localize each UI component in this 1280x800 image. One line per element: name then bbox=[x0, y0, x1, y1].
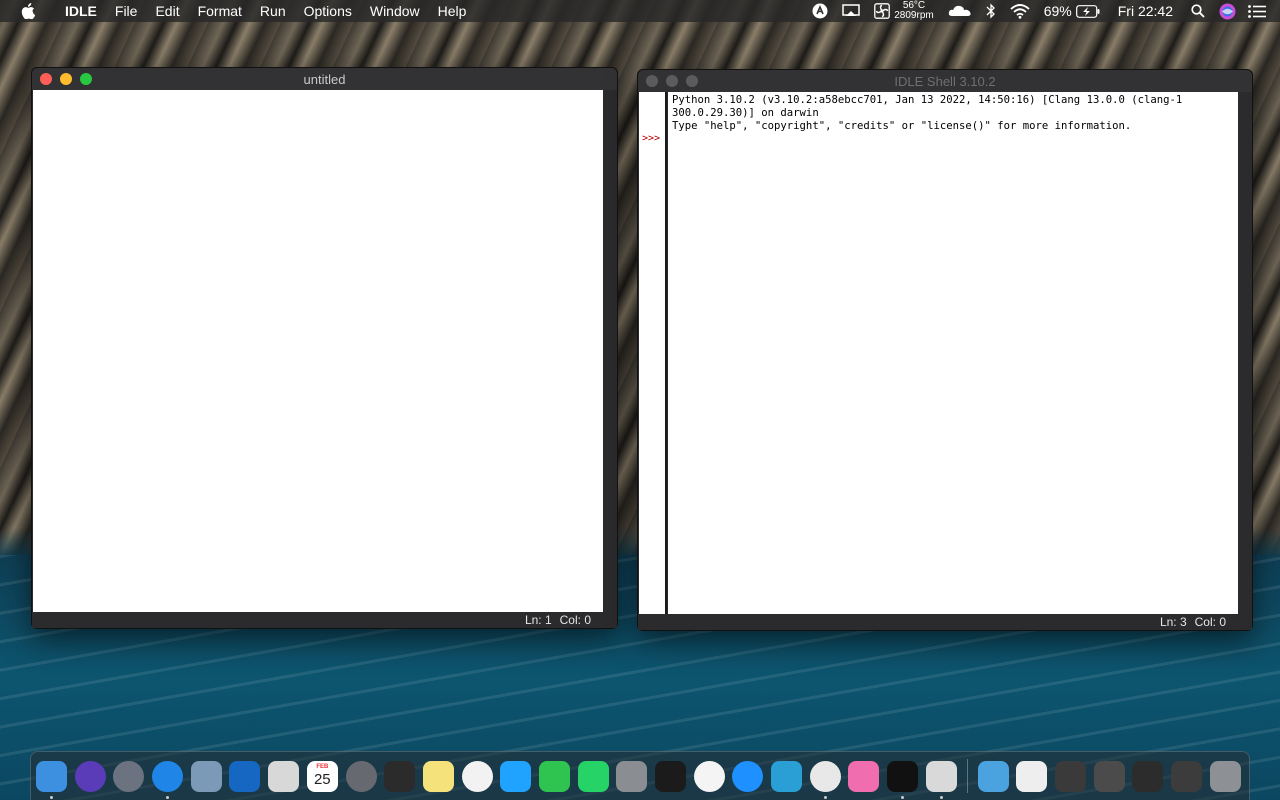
downloads-folder-icon[interactable] bbox=[977, 760, 1009, 792]
editor-column-number: Col: 0 bbox=[559, 613, 591, 627]
siri-icon[interactable] bbox=[74, 760, 106, 792]
calendar-month: FEB bbox=[316, 763, 329, 770]
app-store-icon[interactable] bbox=[732, 760, 764, 792]
shell-prompt-gutter: >>> bbox=[639, 92, 667, 615]
chrome-icon[interactable] bbox=[809, 760, 841, 799]
menu-format[interactable]: Format bbox=[189, 0, 251, 22]
shell-status-bar: Ln: 3 Col: 0 bbox=[638, 614, 1252, 630]
clock-text[interactable]: Fri 22:42 bbox=[1118, 3, 1173, 19]
bluetooth-icon[interactable] bbox=[986, 3, 996, 19]
shell-window: IDLE Shell 3.10.2 >>> Python 3.10.2 (v3.… bbox=[637, 69, 1253, 631]
shell-scrollbar[interactable] bbox=[1238, 92, 1252, 615]
zoom-button[interactable] bbox=[686, 75, 698, 87]
facetime-icon[interactable] bbox=[538, 760, 570, 792]
shell-output-line: Type "help", "copyright", "credits" or "… bbox=[672, 120, 1132, 132]
notes-icon[interactable] bbox=[422, 760, 454, 792]
dock: FEB 25 bbox=[30, 751, 1250, 800]
shell-output-line: 300.0.29.30)] on darwin bbox=[672, 107, 819, 119]
shell-window-title: IDLE Shell 3.10.2 bbox=[894, 73, 996, 89]
music-icon[interactable] bbox=[693, 760, 725, 792]
shell-text-area[interactable]: Python 3.10.2 (v3.10.2:a58ebcc701, Jan 1… bbox=[668, 92, 1238, 615]
minimize-button[interactable] bbox=[60, 73, 72, 85]
menu-app-name[interactable]: IDLE bbox=[56, 0, 106, 22]
screenshot-icon[interactable] bbox=[268, 760, 300, 792]
minimize-button[interactable] bbox=[666, 75, 678, 87]
cloud-status-icon[interactable] bbox=[948, 5, 972, 17]
running-indicator bbox=[50, 795, 53, 799]
editor-window: untitled Ln: 1 Col: 0 bbox=[31, 67, 618, 629]
preview-icon[interactable] bbox=[190, 760, 222, 792]
calendar-day: 25 bbox=[313, 770, 331, 788]
messages-icon[interactable] bbox=[500, 760, 532, 792]
spiral-app-icon[interactable] bbox=[887, 760, 919, 799]
wifi-icon[interactable] bbox=[1010, 3, 1030, 19]
notification-center-icon[interactable] bbox=[1248, 4, 1266, 18]
whatsapp-icon[interactable] bbox=[577, 760, 609, 792]
display-status-icon[interactable] bbox=[842, 4, 860, 18]
running-indicator bbox=[901, 795, 905, 799]
close-button[interactable] bbox=[40, 73, 52, 85]
activity-monitor-icon[interactable] bbox=[655, 760, 686, 792]
outlook-icon[interactable] bbox=[229, 760, 261, 792]
menu-options[interactable]: Options bbox=[295, 0, 361, 22]
disk-utility-icon[interactable] bbox=[345, 760, 377, 792]
app-8-icon[interactable] bbox=[771, 760, 803, 792]
menu-file[interactable]: File bbox=[106, 0, 147, 22]
trash-icon[interactable] bbox=[1209, 760, 1241, 792]
running-indicator bbox=[939, 795, 943, 799]
shell-titlebar[interactable]: IDLE Shell 3.10.2 bbox=[638, 70, 1252, 92]
editor-scrollbar[interactable] bbox=[603, 90, 617, 612]
photos-icon[interactable] bbox=[461, 760, 493, 792]
fan-status-icon[interactable]: 56°C 2809rpm bbox=[874, 1, 934, 21]
battery-percent[interactable]: 69% bbox=[1044, 3, 1072, 19]
window-thumb-1-icon[interactable] bbox=[1054, 760, 1086, 792]
editor-window-title: untitled bbox=[303, 71, 346, 87]
menu-window[interactable]: Window bbox=[361, 0, 429, 22]
launchpad-icon[interactable] bbox=[113, 760, 145, 792]
menu-run[interactable]: Run bbox=[251, 0, 295, 22]
window-thumb-4-icon[interactable] bbox=[1170, 760, 1202, 792]
document-icon[interactable] bbox=[1016, 760, 1048, 792]
accessibility-status-icon[interactable] bbox=[812, 3, 828, 19]
fan-speed-text: 2809rpm bbox=[894, 10, 934, 21]
python-launcher-icon[interactable] bbox=[925, 760, 957, 799]
final-cut-icon[interactable] bbox=[384, 760, 416, 792]
editor-line-number: Ln: 1 bbox=[524, 613, 552, 627]
menu-help[interactable]: Help bbox=[429, 0, 476, 22]
running-indicator bbox=[823, 795, 827, 799]
editor-status-bar: Ln: 1 Col: 0 bbox=[32, 612, 617, 628]
apple-menu-icon[interactable] bbox=[18, 3, 38, 19]
menu-edit[interactable]: Edit bbox=[146, 0, 188, 22]
shell-output-line: Python 3.10.2 (v3.10.2:a58ebcc701, Jan 1… bbox=[672, 94, 1183, 106]
spotlight-search-icon[interactable] bbox=[1191, 4, 1205, 18]
calendar-icon[interactable]: FEB 25 bbox=[306, 760, 338, 792]
pink-app-icon[interactable] bbox=[848, 760, 880, 792]
safari-icon[interactable] bbox=[152, 760, 184, 799]
system-preferences-icon[interactable] bbox=[616, 760, 648, 792]
editor-text-area[interactable] bbox=[33, 90, 603, 612]
running-indicator bbox=[166, 795, 170, 799]
menu-bar: IDLE File Edit Format Run Options Window… bbox=[0, 0, 1280, 22]
shell-line-number: Ln: 3 bbox=[1159, 615, 1187, 629]
editor-titlebar[interactable]: untitled bbox=[32, 68, 617, 90]
close-button[interactable] bbox=[646, 75, 658, 87]
dock-separator bbox=[966, 759, 968, 793]
finder-icon[interactable] bbox=[36, 760, 67, 799]
zoom-button[interactable] bbox=[80, 73, 92, 85]
siri-menu-icon[interactable] bbox=[1219, 3, 1236, 20]
window-thumb-2-icon[interactable] bbox=[1093, 760, 1125, 792]
battery-icon[interactable] bbox=[1075, 4, 1100, 18]
window-thumb-3-icon[interactable] bbox=[1132, 760, 1164, 792]
shell-column-number: Col: 0 bbox=[1194, 615, 1226, 629]
shell-prompt: >>> bbox=[642, 133, 661, 144]
